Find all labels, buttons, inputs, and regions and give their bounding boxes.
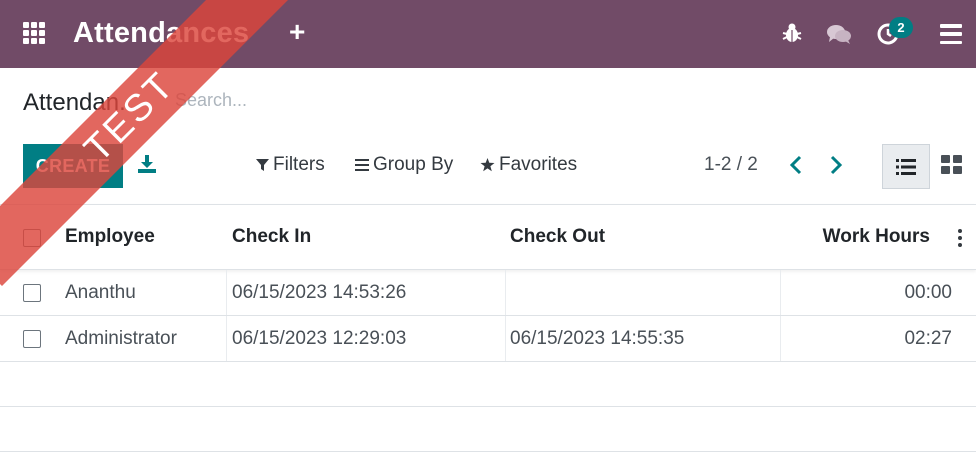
column-divider [505, 270, 506, 315]
select-all-checkbox[interactable] [23, 229, 41, 247]
filter-icon [256, 159, 269, 171]
download-icon[interactable] [137, 154, 157, 174]
table-row[interactable]: Ananthu 06/15/2023 14:53:26 00:00 [0, 270, 976, 316]
list-view-button[interactable] [882, 144, 930, 189]
column-header-employee[interactable]: Employee [65, 205, 155, 269]
favorites-label: Favorites [499, 154, 578, 175]
plus-icon[interactable]: + [289, 18, 305, 46]
group-by-label: Group By [373, 154, 454, 175]
column-header-check-in[interactable]: Check In [232, 205, 311, 269]
list-view-icon [896, 158, 916, 175]
cell-check-out: 06/15/2023 14:55:35 [510, 327, 685, 349]
empty-row [0, 362, 976, 407]
search-input[interactable] [175, 86, 575, 114]
kanban-view-icon[interactable] [941, 155, 965, 177]
column-header-work-hours[interactable]: Work Hours [823, 205, 930, 269]
top-navbar: Attendances + 2 [0, 0, 976, 68]
empty-row [0, 407, 976, 452]
cell-work-hours: 00:00 [904, 281, 952, 303]
cell-check-in: 06/15/2023 14:53:26 [232, 281, 407, 303]
activity-badge: 2 [889, 17, 913, 38]
bug-icon[interactable] [781, 22, 803, 44]
cell-work-hours: 02:27 [904, 327, 952, 349]
row-checkbox[interactable] [23, 284, 41, 302]
cell-employee: Administrator [65, 327, 177, 349]
attendance-table: Employee Check In Check Out Work Hours A… [0, 204, 976, 452]
chevron-right-icon[interactable] [827, 153, 845, 177]
group-by-icon [355, 159, 369, 171]
column-divider [780, 270, 781, 315]
cell-employee: Ananthu [65, 281, 136, 303]
column-divider [226, 316, 227, 361]
hamburger-menu-icon[interactable] [940, 24, 962, 44]
star-icon [480, 158, 495, 172]
cell-check-in: 06/15/2023 12:29:03 [232, 327, 407, 349]
pager-value[interactable]: 1-2 / 2 [704, 154, 758, 176]
group-by-button[interactable]: Group By [355, 154, 453, 176]
column-divider [780, 316, 781, 361]
column-header-check-out[interactable]: Check Out [510, 205, 605, 269]
chat-icon[interactable] [826, 23, 852, 45]
chevron-left-icon[interactable] [787, 153, 805, 177]
column-divider [505, 316, 506, 361]
column-divider [226, 270, 227, 315]
table-header-row: Employee Check In Check Out Work Hours [0, 204, 976, 270]
optional-columns-icon[interactable] [957, 229, 963, 247]
row-checkbox[interactable] [23, 330, 41, 348]
table-row[interactable]: Administrator 06/15/2023 12:29:03 06/15/… [0, 316, 976, 362]
filters-label: Filters [273, 154, 325, 175]
app-title[interactable]: Attendances [73, 17, 249, 50]
favorites-button[interactable]: Favorites [480, 154, 577, 176]
filters-button[interactable]: Filters [256, 154, 325, 176]
apps-grid-icon[interactable] [23, 22, 49, 44]
breadcrumb: Attendan... [23, 89, 140, 116]
create-button[interactable]: CREATE [23, 144, 123, 188]
